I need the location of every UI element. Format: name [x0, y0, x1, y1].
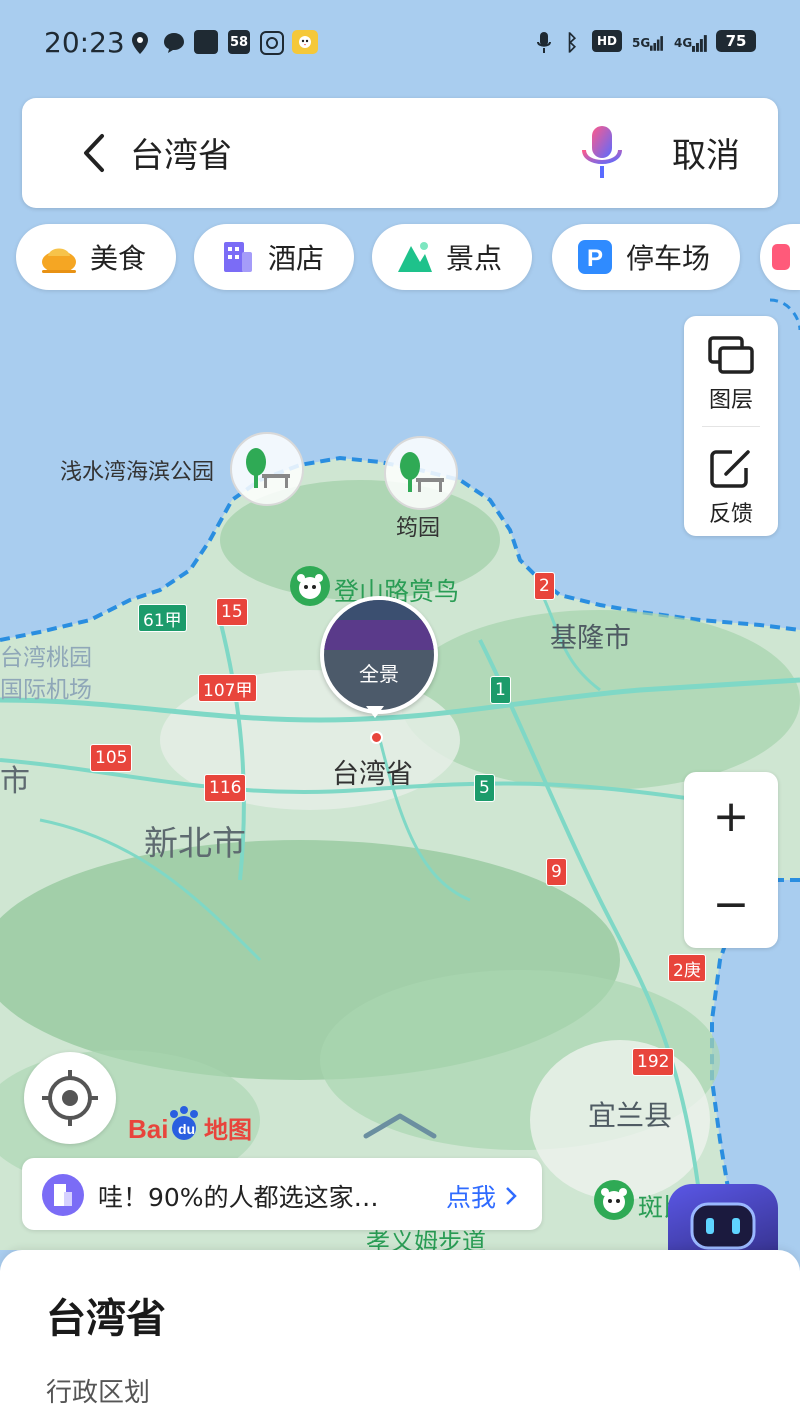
map-label-park[interactable]: 浅水湾海滨公园: [60, 454, 214, 486]
promo-link[interactable]: 点我: [446, 1178, 518, 1214]
tree-bench-icon: [400, 452, 444, 492]
map-label-yilan[interactable]: 宜兰县: [588, 1094, 672, 1134]
chip-label: 酒店: [268, 242, 325, 275]
food-icon: [40, 238, 78, 276]
message-icon: [162, 30, 186, 56]
map-label-center[interactable]: 台湾省: [332, 752, 413, 791]
chip-hotel[interactable]: 酒店: [194, 224, 354, 290]
garden-poi-marker[interactable]: [384, 436, 458, 510]
parking-icon: P: [576, 238, 614, 276]
map-label-airport-line2[interactable]: 国际机场: [0, 670, 92, 704]
chick-app-icon: [292, 30, 318, 54]
svg-text:du: du: [178, 1121, 195, 1137]
signal-4g-icon: 4G: [674, 30, 708, 56]
expand-chevron-icon[interactable]: [362, 1110, 438, 1146]
search-query[interactable]: 台湾省: [130, 128, 232, 177]
baidu-app-icon: [260, 30, 284, 56]
chip-parking[interactable]: P 停车场: [552, 224, 740, 290]
place-title: 台湾省: [46, 1296, 166, 1342]
feedback-label: 反馈: [708, 502, 753, 527]
promo-banner[interactable]: 哇！90%的人都选这家… 点我: [22, 1158, 542, 1230]
road-shield: 116: [204, 774, 247, 802]
street-view-bubble[interactable]: 全景: [320, 596, 438, 714]
chip-food[interactable]: 美食: [16, 224, 176, 290]
street-view-thumbnail: [324, 620, 434, 650]
layers-label: 图层: [708, 388, 753, 413]
street-view-thumbnail-sky: [324, 600, 434, 620]
chip-label: 停车场: [626, 242, 711, 275]
layers-icon: [708, 336, 754, 380]
street-view-pointer: [366, 706, 384, 718]
road-shield: 105: [90, 744, 133, 772]
crosshair-icon: [42, 1070, 98, 1126]
tree-bench-icon: [246, 448, 290, 488]
road-shield: 2庚: [668, 954, 706, 982]
road-shield: 1: [490, 676, 511, 704]
bluetooth-icon: ᛒ: [565, 30, 579, 56]
street-view-label: 全景: [359, 662, 399, 686]
place-category: 行政区划: [46, 1378, 151, 1408]
map-label-new-taipei[interactable]: 新北市: [144, 816, 246, 865]
road-shield: 2: [534, 572, 555, 600]
app-square-icon: [194, 30, 218, 54]
locate-me-button[interactable]: [24, 1052, 116, 1144]
microphone-status-icon: [536, 30, 552, 56]
svg-text:P: P: [587, 245, 603, 272]
road-shield: 192: [632, 1048, 675, 1076]
zoom-in-button[interactable]: +: [684, 772, 778, 860]
voice-search-icon[interactable]: [578, 124, 626, 182]
search-bar[interactable]: 台湾省 取消: [22, 98, 778, 208]
battery-icon: 75: [716, 30, 756, 52]
chip-label: 景点: [446, 242, 503, 275]
promo-text: 哇！90%的人都选这家…: [98, 1183, 379, 1212]
map-label-airport-line1[interactable]: 台湾桃园: [0, 638, 92, 672]
location-pin-icon: [130, 30, 150, 56]
svg-text:Bai: Bai: [128, 1114, 168, 1144]
feedback-edit-icon: [710, 448, 752, 492]
map-label-garden[interactable]: 筠园: [396, 510, 440, 542]
chip-scenic[interactable]: 景点: [372, 224, 532, 290]
layers-button[interactable]: 图层: [684, 316, 778, 426]
more-category-icon: [770, 238, 790, 276]
center-point-marker: [370, 731, 383, 744]
chip-label: 美食: [90, 242, 147, 275]
app-58-icon: 58: [228, 30, 250, 54]
map-tools-panel: 图层 反馈: [684, 316, 778, 536]
road-shield: 107甲: [198, 674, 258, 702]
zoom-controls: + −: [684, 772, 778, 948]
map-label-city-partial: 市: [0, 764, 30, 799]
road-shield: 9: [546, 858, 567, 886]
park-poi-marker[interactable]: [230, 432, 304, 506]
status-bar: 20:23 58 ᛒ HD 5G 4G 75: [0, 0, 800, 88]
road-shield: 61甲: [138, 604, 187, 632]
hotel-icon: [218, 238, 256, 276]
zoom-out-button[interactable]: −: [684, 860, 778, 948]
scenic-icon: [396, 238, 434, 276]
place-info-sheet[interactable]: 台湾省 行政区划: [0, 1250, 800, 1415]
hotel-icon: [42, 1174, 84, 1216]
baidu-map-logo: Bai du 地图: [126, 1102, 266, 1144]
chevron-right-icon: [506, 1187, 517, 1205]
svg-text:地图: 地图: [204, 1116, 252, 1144]
cancel-button[interactable]: 取消: [672, 128, 740, 177]
road-shield: 5: [474, 774, 495, 802]
road-shield: 15: [216, 598, 248, 626]
back-arrow-icon[interactable]: [70, 128, 120, 178]
status-time: 20:23: [44, 26, 125, 59]
hd-icon: HD: [592, 30, 622, 52]
panda-poi-icon[interactable]: [594, 1180, 634, 1220]
feedback-button[interactable]: 反馈: [684, 426, 778, 536]
signal-5g-icon: 5G: [632, 30, 664, 56]
map-label-keelung[interactable]: 基隆市: [550, 616, 631, 655]
